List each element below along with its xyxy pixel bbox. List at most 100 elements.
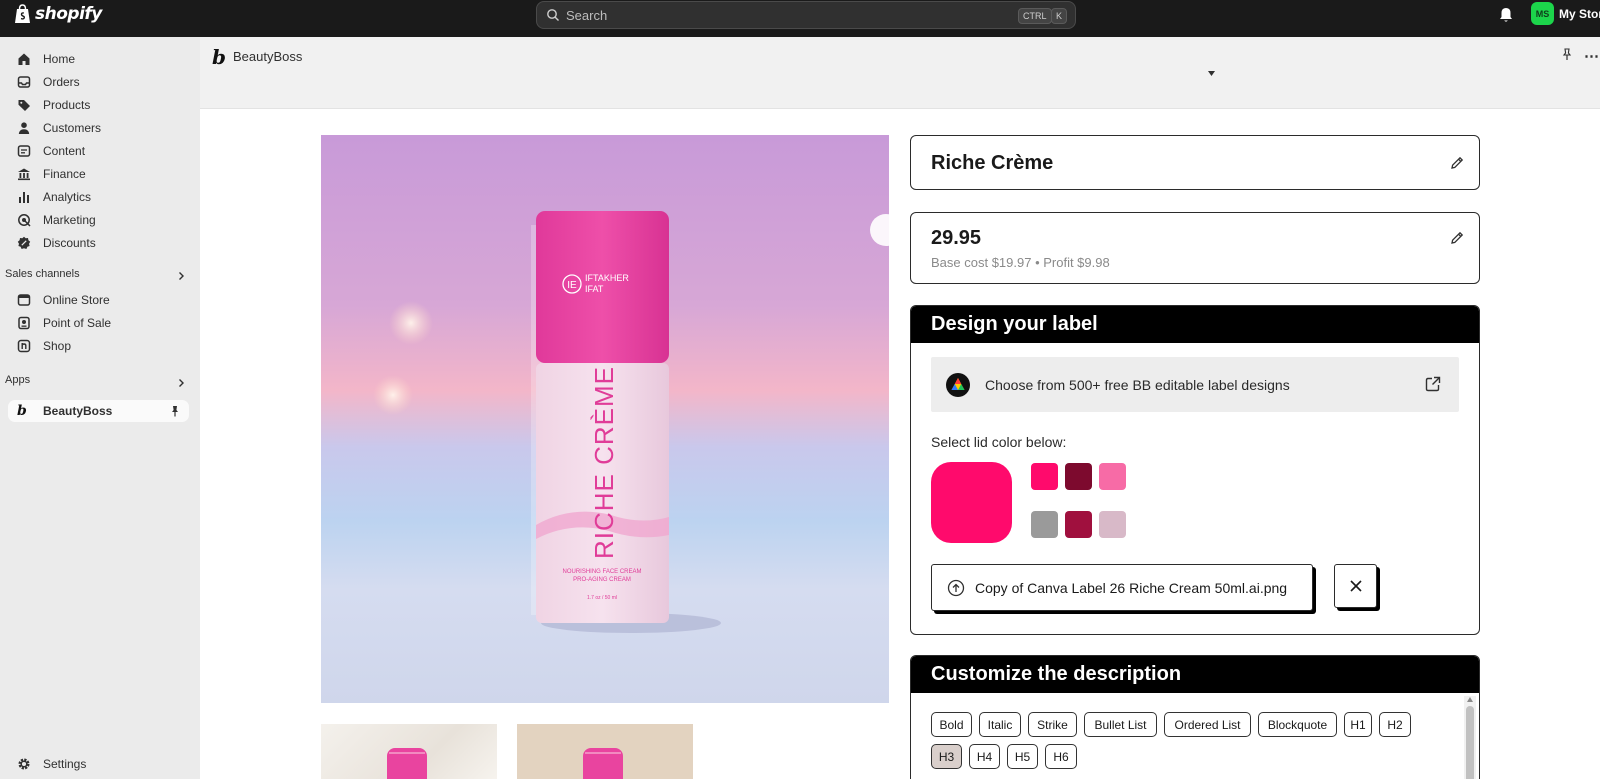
sidebar-item-marketing[interactable]: Marketing <box>8 209 189 231</box>
store-icon <box>17 294 31 306</box>
pencil-icon[interactable] <box>1449 155 1465 171</box>
lid-color-swatch[interactable] <box>1099 511 1126 538</box>
description-scrollbar[interactable] <box>1464 696 1476 779</box>
chevron-right-icon[interactable] <box>176 378 186 388</box>
bottle-size: 1.7 oz / 50 ml <box>587 595 617 601</box>
product-photo: IE IFTAKHER IFAT RICHE CRÈME NOURISHING … <box>321 135 889 703</box>
bank-icon <box>18 168 30 181</box>
avatar[interactable]: MS <box>1531 2 1554 25</box>
beautyboss-logo-icon: b <box>17 403 27 419</box>
toolbar-h6-button[interactable]: H6 <box>1045 744 1077 769</box>
product-name: Riche Crème <box>931 152 1054 174</box>
shortcut-ctrl-key: CTRL <box>1018 8 1052 24</box>
person-icon <box>18 122 30 134</box>
bottle-monogram: IE <box>567 280 577 291</box>
sidebar-item-beautyboss[interactable]: b BeautyBoss <box>8 400 189 422</box>
product-name-card: Riche Crème <box>910 135 1480 190</box>
lid-color-swatch[interactable] <box>1031 463 1058 490</box>
shopify-logo[interactable]: shopify <box>14 4 102 24</box>
main-content: IE IFTAKHER IFAT RICHE CRÈME NOURISHING … <box>200 109 1600 779</box>
sidebar-item-home[interactable]: Home <box>8 48 189 70</box>
scroll-up-arrow-icon[interactable] <box>1467 697 1473 702</box>
sidebar-item-label: Online Store <box>43 293 110 307</box>
bottle-brand-line1: IFTAKHER <box>585 273 629 283</box>
toolbar-bullet-list-button[interactable]: Bullet List <box>1084 712 1157 737</box>
sidebar-item-label: Home <box>43 52 76 66</box>
sidebar-item-orders[interactable]: Orders <box>8 71 189 93</box>
sidebar-item-settings[interactable]: Settings <box>8 753 189 775</box>
canva-logo-icon <box>946 372 970 397</box>
sidebar-item-label: Analytics <box>43 190 92 204</box>
store-name[interactable]: My Store <box>1559 7 1600 21</box>
sidebar-item-content[interactable]: Content <box>8 140 189 162</box>
customize-description-heading: Customize the description <box>911 656 1479 693</box>
toolbar-h3-button[interactable]: H3 <box>931 744 962 769</box>
sidebar-item-label: Marketing <box>43 213 96 227</box>
toolbar-h4-button[interactable]: H4 <box>969 744 1000 769</box>
bottle-sub2: PRO-AGING CREAM <box>573 577 631 583</box>
sidebar-item-finance[interactable]: Finance <box>8 163 189 185</box>
toolbar-ordered-list-button[interactable]: Ordered List <box>1164 712 1251 737</box>
sidebar-item-customers[interactable]: Customers <box>8 117 189 139</box>
design-label-heading: Design your label <box>911 306 1479 343</box>
toolbar-bold-button[interactable]: Bold <box>931 712 972 737</box>
sales-channels-heading[interactable]: Sales channels <box>5 268 80 280</box>
canva-templates-link[interactable]: Choose from 500+ free BB editable label … <box>931 357 1459 412</box>
pin-icon[interactable] <box>1561 48 1573 61</box>
sidebar-item-analytics[interactable]: Analytics <box>8 186 189 208</box>
app-title: BeautyBoss <box>233 49 303 64</box>
sidebar-item-point-of-sale[interactable]: Point of Sale <box>8 312 189 334</box>
sidebar-item-products[interactable]: Products <box>8 94 189 116</box>
lid-color-swatch[interactable] <box>1065 463 1092 490</box>
cost-profit-line: Base cost $19.97 • Profit $9.98 <box>931 255 1110 270</box>
search-bar[interactable]: CTRL K <box>536 1 1076 29</box>
toolbar-h1-button[interactable]: H1 <box>1344 712 1372 737</box>
customize-description-card: Customize the description Bold Italic St… <box>910 655 1480 779</box>
search-input[interactable] <box>566 7 986 23</box>
badge-icon <box>17 236 31 249</box>
upload-label-button[interactable]: Copy of Canva Label 26 Riche Cream 50ml.… <box>931 564 1313 611</box>
canva-templates-text: Choose from 500+ free BB editable label … <box>985 376 1290 393</box>
lid-color-swatch[interactable] <box>1099 463 1126 490</box>
apps-heading[interactable]: Apps <box>5 374 30 386</box>
thumbnail-bottle-band <box>585 752 621 754</box>
shortcut-k-key: K <box>1051 8 1068 24</box>
shopify-wordmark: shopify <box>35 4 102 24</box>
sidebar-item-label: Products <box>43 98 91 112</box>
sidebar-item-label: Content <box>43 144 86 158</box>
sidebar-item-shop[interactable]: Shop <box>8 335 189 357</box>
home-icon <box>18 53 30 65</box>
sidebar-item-label: BeautyBoss <box>43 404 113 418</box>
toolbar-h2-button[interactable]: H2 <box>1379 712 1411 737</box>
top-bar: shopify CTRL K MS My Store <box>0 0 1600 37</box>
remove-file-button[interactable] <box>1334 564 1377 608</box>
pin-icon[interactable] <box>169 405 181 417</box>
product-image[interactable]: IE IFTAKHER IFAT RICHE CRÈME NOURISHING … <box>321 135 889 703</box>
toolbar-italic-button[interactable]: Italic <box>979 712 1021 737</box>
toolbar-strike-button[interactable]: Strike <box>1028 712 1077 737</box>
product-thumbnail[interactable] <box>321 724 497 779</box>
pencil-icon[interactable] <box>1449 230 1465 246</box>
scrollbar-thumb[interactable] <box>1466 706 1474 779</box>
toolbar-h5-button[interactable]: H5 <box>1007 744 1038 769</box>
external-link-icon[interactable] <box>1425 376 1441 392</box>
thumbnail-bottle-band <box>389 752 425 754</box>
lid-color-swatch[interactable] <box>1031 511 1058 538</box>
image-icon <box>17 145 31 157</box>
design-label-card: Design your label Choose from 500+ free … <box>910 305 1480 635</box>
chevron-right-icon[interactable] <box>176 271 186 281</box>
tag-icon <box>18 100 30 111</box>
lid-color-swatch[interactable] <box>1065 511 1092 538</box>
beautyboss-logo-icon: b <box>212 45 226 69</box>
more-actions-icon[interactable]: ⋯ <box>1584 47 1599 65</box>
uploaded-file-name: Copy of Canva Label 26 Riche Cream 50ml.… <box>975 579 1288 596</box>
sidebar-item-discounts[interactable]: Discounts <box>8 232 189 254</box>
gear-icon <box>18 758 30 770</box>
sidebar-item-online-store[interactable]: Online Store <box>8 289 189 311</box>
sidebar-item-label: Point of Sale <box>43 316 112 330</box>
upload-icon <box>947 579 965 596</box>
toolbar-blockquote-button[interactable]: Blockquote <box>1258 712 1337 737</box>
close-icon <box>1349 580 1362 592</box>
product-thumbnail[interactable] <box>517 724 693 779</box>
notifications-bell-icon[interactable] <box>1496 5 1516 25</box>
